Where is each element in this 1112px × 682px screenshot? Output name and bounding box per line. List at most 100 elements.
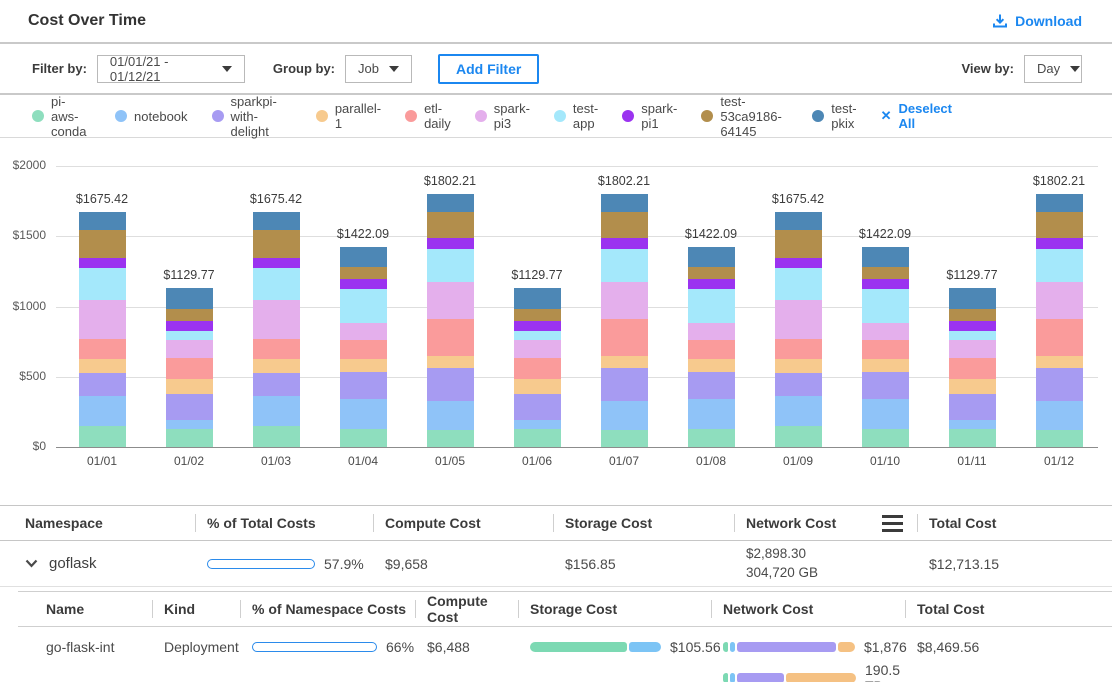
x-tick-label: 01/08 [676,454,746,468]
date-range-value: 01/01/21 - 01/12/21 [110,54,212,84]
date-range-select[interactable]: 01/01/21 - 01/12/21 [97,55,245,83]
bar-segment-etl-daily [340,340,387,358]
bar-segment-test-app [166,331,213,340]
legend-item-etl-daily[interactable]: etl-daily [405,101,451,131]
legend-item-parallel-1[interactable]: parallel-1 [316,101,381,131]
legend-item-spark-pi1[interactable]: spark-pi1 [622,101,677,131]
bar-segment-spark-pi3 [166,340,213,358]
bar-segment-parallel-1 [688,359,735,373]
table-row-goflask[interactable]: goflask 57.9% $9,658 $156.85 $2,898.30 3… [0,541,1112,587]
legend-item-test-app[interactable]: test-app [554,101,598,131]
mini-bar-segment [530,642,627,652]
col-total-cost: Total Cost [905,601,1112,617]
legend-dot-icon [32,110,44,122]
bar-segment-notebook [166,420,213,428]
bar-segment-test-app [601,249,648,282]
stacked-bar-01/03 [253,212,300,447]
chevron-down-icon [222,66,232,72]
bar-segment-notebook [427,401,474,430]
y-tick-label: $2000 [0,158,46,172]
legend-label: spark-pi3 [494,101,530,131]
bar-segment-test-53ca9186-64145 [79,230,126,258]
bar-segment-test-pkix [340,247,387,267]
stacked-bar-01/05 [427,194,474,447]
legend-item-notebook[interactable]: notebook [115,109,188,124]
bar-segment-spark-pi1 [949,321,996,332]
bar-segment-test-53ca9186-64145 [688,267,735,279]
bar-segment-sparkpi-with-delight [340,372,387,399]
stacked-bar-01/02 [166,288,213,447]
bar-segment-parallel-1 [166,379,213,393]
bar-segment-pi-aws-conda [340,429,387,447]
bar-segment-parallel-1 [862,359,909,373]
stacked-bar-01/09 [775,212,822,447]
bar-segment-pi-aws-conda [1036,430,1083,447]
bar-segment-etl-daily [514,358,561,379]
view-by-label: View by: [961,61,1014,76]
bar-segment-parallel-1 [949,379,996,393]
bar-segment-test-app [427,249,474,282]
workload-network-cost: $1,876 190.5 TB [711,637,905,682]
bar-segment-spark-pi3 [862,323,909,340]
group-by-select[interactable]: Job [345,55,412,83]
legend-dot-icon [622,110,634,122]
bar-total-label: $1129.77 [927,268,1017,282]
bar-segment-test-app [79,268,126,299]
bar-segment-etl-daily [601,319,648,356]
mini-bar-segment [737,673,784,682]
bar-segment-test-53ca9186-64145 [340,267,387,279]
col-total-cost: Total Cost [917,515,1112,531]
workload-compute-cost: $6,488 [415,637,518,655]
stacked-bar-01/07 [601,194,648,447]
y-tick-label: $500 [0,369,46,383]
download-button[interactable]: Download [992,13,1082,29]
bar-segment-notebook [79,396,126,426]
bar-segment-test-53ca9186-64145 [166,309,213,321]
workload-pct: 66% [386,639,414,655]
legend-item-test-53ca9186-64145[interactable]: test-53ca9186-64145 [701,94,788,139]
chevron-down-icon[interactable] [25,559,38,568]
bar-segment-notebook [775,396,822,426]
col-storage-cost: Storage Cost [518,601,711,617]
column-menu-icon[interactable] [882,515,903,532]
bar-segment-pi-aws-conda [253,426,300,447]
bar-segment-test-53ca9186-64145 [514,309,561,321]
view-by-select[interactable]: Day [1024,55,1082,83]
legend-item-sparkpi-with-delight[interactable]: sparkpi-with-delight [212,94,292,139]
legend-item-spark-pi3[interactable]: spark-pi3 [475,101,530,131]
legend-list: pi-aws-conda notebook sparkpi-with-delight… [32,94,857,139]
deselect-all-button[interactable]: ✕ Deselect All [881,101,952,131]
bar-segment-test-53ca9186-64145 [775,230,822,258]
bar-segment-pi-aws-conda [949,429,996,447]
bar-segment-sparkpi-with-delight [253,373,300,396]
legend-dot-icon [701,110,713,122]
bar-segment-pi-aws-conda [601,430,648,447]
bar-segment-pi-aws-conda [166,429,213,447]
bar-segment-test-pkix [427,194,474,212]
bar-segment-test-pkix [601,194,648,212]
legend-dot-icon [554,110,566,122]
bar-segment-spark-pi1 [601,238,648,249]
cost-over-time-card: Cost Over Time Download Filter by: 01/01… [0,0,1112,682]
add-filter-button[interactable]: Add Filter [438,54,539,84]
bar-segment-test-pkix [514,288,561,308]
bar-segment-etl-daily [427,319,474,356]
bar-segment-pi-aws-conda [862,429,909,447]
bar-segment-parallel-1 [427,356,474,368]
legend-item-pi-aws-conda[interactable]: pi-aws-conda [32,94,91,139]
bar-total-label: $1675.42 [57,192,147,206]
bar-segment-test-app [514,331,561,340]
bar-segment-spark-pi3 [601,282,648,319]
bar-segment-spark-pi1 [253,258,300,268]
table-row-go-flask-int[interactable]: go-flask-int Deployment 66% $6,488 $105.… [18,627,1112,682]
y-tick-label: $1500 [0,228,46,242]
bar-segment-spark-pi1 [166,321,213,332]
bar-segment-test-pkix [79,212,126,231]
network-usage-value: 304,720 GB [746,565,917,581]
subtable-header-row: Name Kind % of Namespace Costs Compute C… [18,592,1112,627]
legend-item-test-pkix[interactable]: test-pkix [812,101,856,131]
bar-total-label: $1422.09 [840,227,930,241]
bar-segment-spark-pi3 [949,340,996,358]
bar-segment-spark-pi1 [79,258,126,268]
group-by-value: Job [358,61,379,76]
